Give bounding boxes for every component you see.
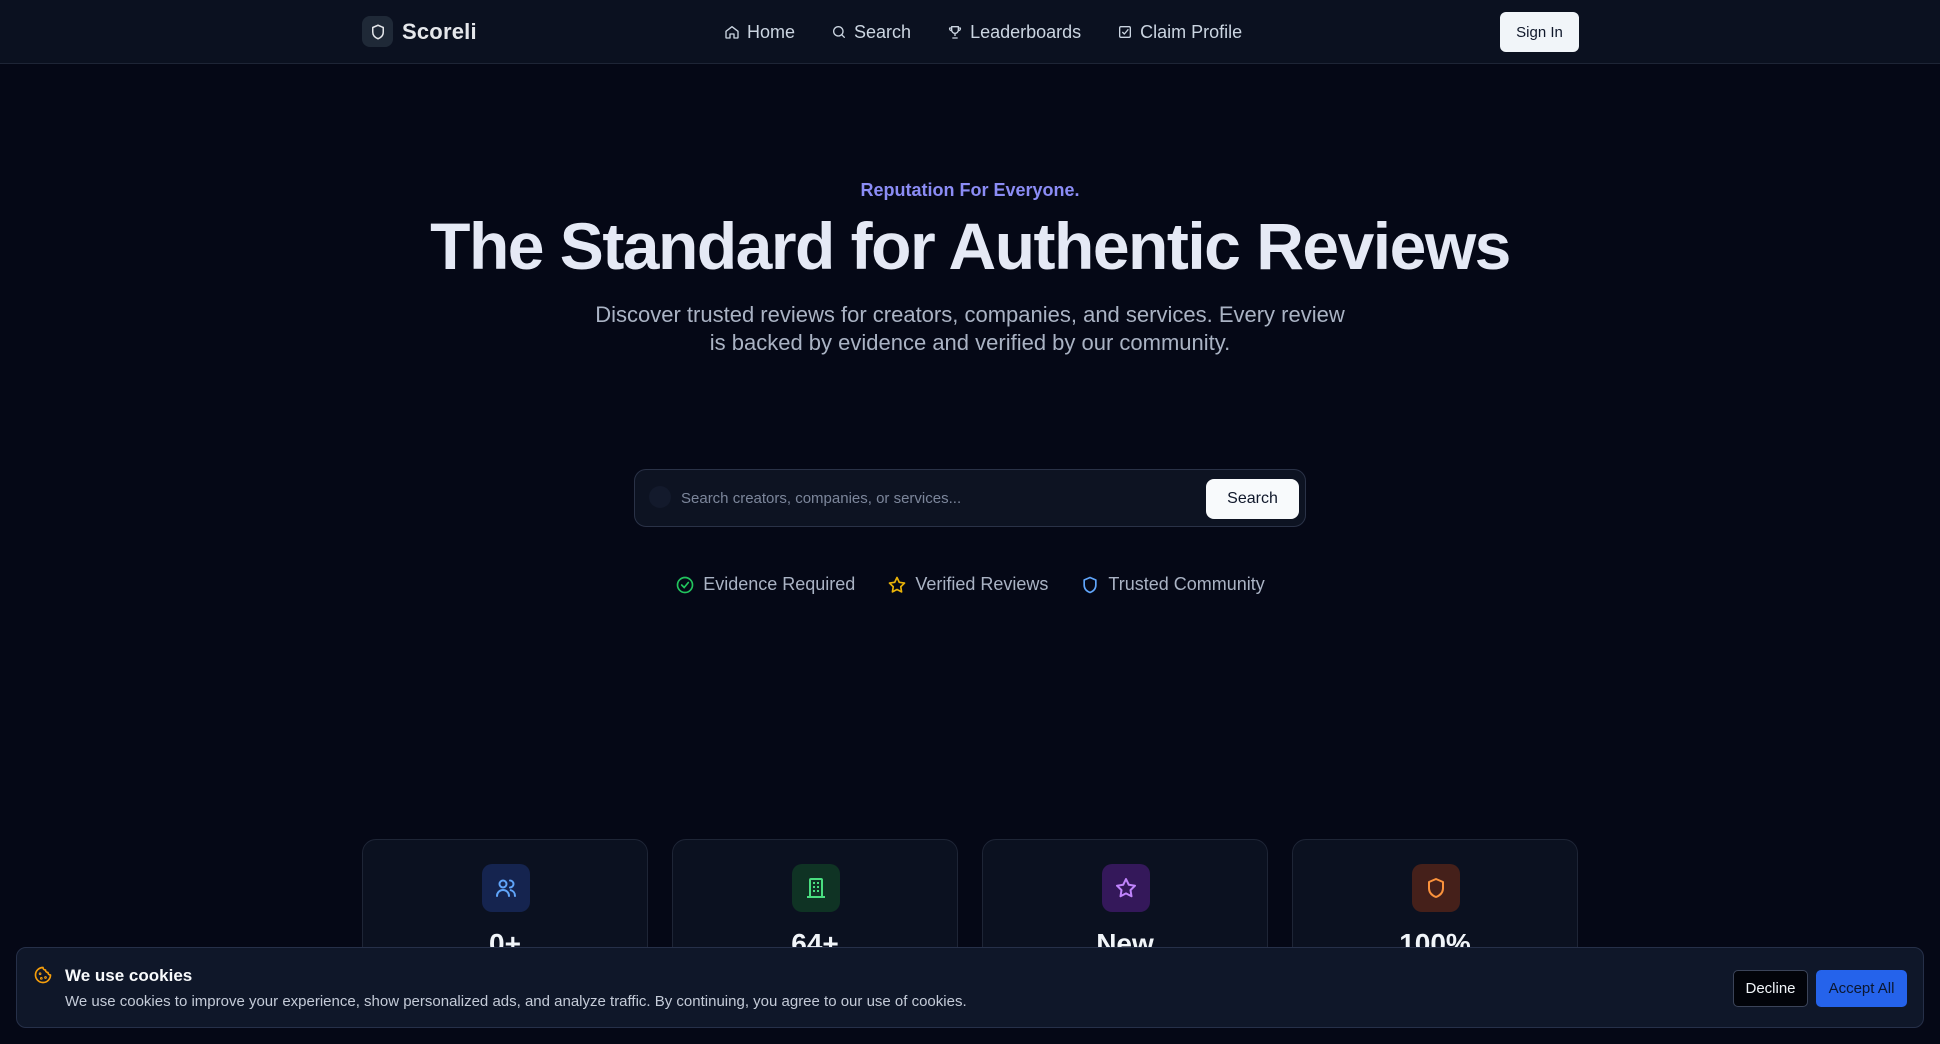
search-field-icon [649, 486, 671, 508]
accept-cookies-button[interactable]: Accept All [1816, 970, 1907, 1007]
badge-evidence-required: Evidence Required [675, 574, 855, 595]
search-button[interactable]: Search [1206, 479, 1299, 519]
building-icon [792, 864, 840, 912]
shield-icon [1412, 864, 1460, 912]
shield-icon [362, 16, 393, 47]
hero-headline: The Standard for Authentic Reviews [430, 209, 1511, 283]
badge-verified-reviews: Verified Reviews [887, 574, 1048, 595]
nav-claim-profile-label: Claim Profile [1140, 21, 1243, 42]
brand-logo[interactable]: Scoreli [362, 16, 477, 47]
home-icon [725, 26, 739, 39]
trust-badges: Evidence Required Verified Reviews Trust… [0, 574, 1940, 595]
search-bar: Search [634, 469, 1306, 527]
cookie-icon [34, 966, 52, 984]
nav-leaderboards-label: Leaderboards [970, 21, 1082, 42]
cookie-banner: We use cookies We use cookies to improve… [16, 947, 1924, 1028]
cookie-title: We use cookies [65, 966, 193, 985]
search-input[interactable] [681, 480, 1181, 516]
nav-links: Home Search Leaderboards Claim Profile [724, 0, 1242, 64]
nav-home-label: Home [747, 21, 796, 42]
badge-label: Trusted Community [1108, 574, 1265, 594]
search-icon [833, 26, 846, 38]
checkbox-icon [1119, 26, 1132, 38]
trophy-icon [948, 26, 962, 39]
nav-claim-profile-link[interactable]: Claim Profile [1117, 22, 1242, 43]
shield-icon [1083, 576, 1098, 593]
top-navbar: Scoreli Home Search Leaderboards Claim P… [0, 0, 1940, 64]
star-icon [888, 576, 906, 593]
badge-label: Verified Reviews [915, 574, 1049, 594]
brand-name: Scoreli [402, 18, 477, 44]
check-circle-icon [676, 576, 694, 593]
nav-home-link[interactable]: Home [724, 22, 795, 43]
users-icon [482, 864, 530, 912]
badge-label: Evidence Required [703, 574, 856, 594]
nav-search-link[interactable]: Search [831, 22, 911, 43]
badge-trusted-community: Trusted Community [1080, 574, 1265, 595]
nav-search-label: Search [854, 21, 912, 42]
hero-subtitle: Discover trusted reviews for creators, c… [595, 302, 1345, 355]
hero-eyebrow: Reputation For Everyone. [860, 180, 1080, 200]
star-icon [1102, 864, 1150, 912]
sign-in-button[interactable]: Sign In [1500, 12, 1579, 52]
decline-cookies-button[interactable]: Decline [1733, 970, 1808, 1007]
cookie-text: We use cookies to improve your experienc… [65, 993, 967, 1010]
nav-leaderboards-link[interactable]: Leaderboards [947, 22, 1081, 43]
